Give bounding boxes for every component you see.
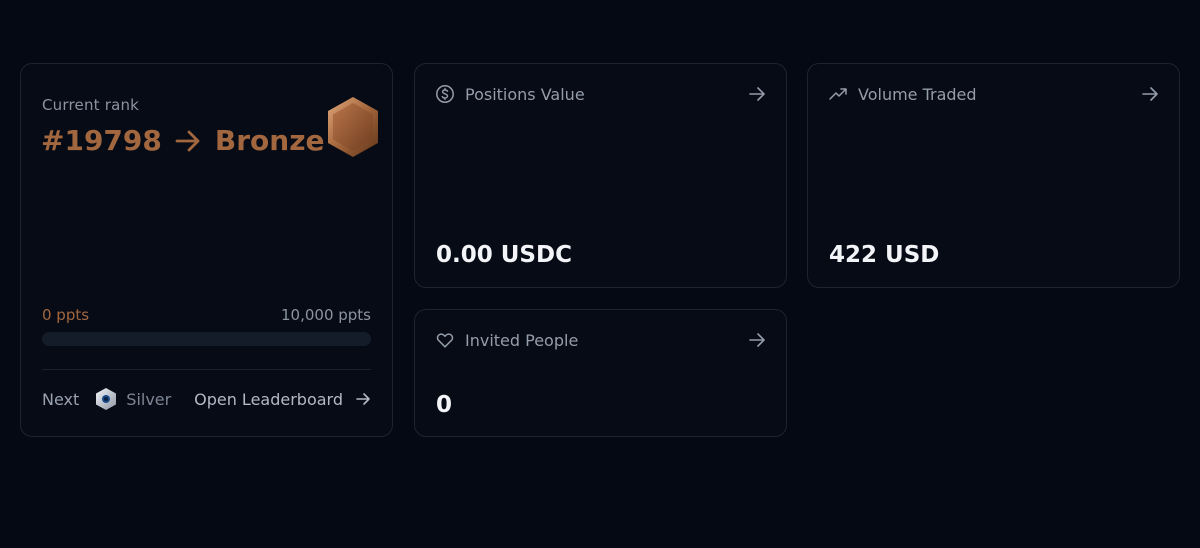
arrow-right-icon[interactable]	[1141, 85, 1159, 103]
arrow-right-icon[interactable]	[748, 85, 766, 103]
trending-up-icon	[829, 88, 847, 100]
rank-number: #19798	[41, 124, 162, 157]
heart-icon	[436, 333, 454, 348]
volume-traded-card[interactable]: Volume Traded 422 USD	[807, 63, 1180, 288]
volume-traded-amount: 422 USD	[829, 242, 940, 268]
next-tier: Silver	[126, 389, 172, 409]
points-row: 0 ppts 10,000 ppts	[42, 306, 371, 324]
rank-footer: Next Silver Open Leaderboard	[42, 387, 371, 411]
open-leaderboard-link[interactable]: Open Leaderboard	[194, 390, 371, 409]
invited-people-card[interactable]: Invited People 0	[414, 309, 787, 437]
volume-traded-header: Volume Traded	[828, 84, 1159, 104]
positions-value-amount: 0.00 USDC	[436, 242, 572, 268]
rank-line: #19798 Bronze	[41, 124, 324, 157]
silver-badge-icon	[96, 388, 117, 410]
positions-value-title: Positions Value	[465, 84, 585, 104]
current-points: 0 ppts	[42, 306, 90, 324]
arrow-right-icon	[175, 130, 200, 151]
invited-people-count: 0	[436, 392, 453, 418]
invited-people-header: Invited People	[435, 330, 766, 350]
dollar-circle-icon	[436, 85, 454, 103]
invited-people-title: Invited People	[465, 330, 579, 350]
rank-card: Current rank #19798 Bronze 0 ppts 10,000…	[20, 63, 393, 437]
rank-label: Current rank	[42, 96, 140, 114]
open-leaderboard-label: Open Leaderboard	[194, 389, 343, 409]
volume-traded-title: Volume Traded	[858, 84, 977, 104]
rank-progress-bar	[42, 332, 371, 346]
target-points: 10,000 ppts	[281, 306, 371, 324]
bronze-badge-icon	[328, 97, 378, 157]
arrow-right-icon	[356, 393, 370, 405]
arrow-right-icon[interactable]	[748, 331, 766, 349]
divider	[42, 369, 371, 370]
next-label: Next	[42, 389, 80, 409]
rank-tier: Bronze	[214, 124, 325, 157]
positions-value-card[interactable]: Positions Value 0.00 USDC	[414, 63, 787, 288]
positions-value-header: Positions Value	[435, 84, 766, 104]
